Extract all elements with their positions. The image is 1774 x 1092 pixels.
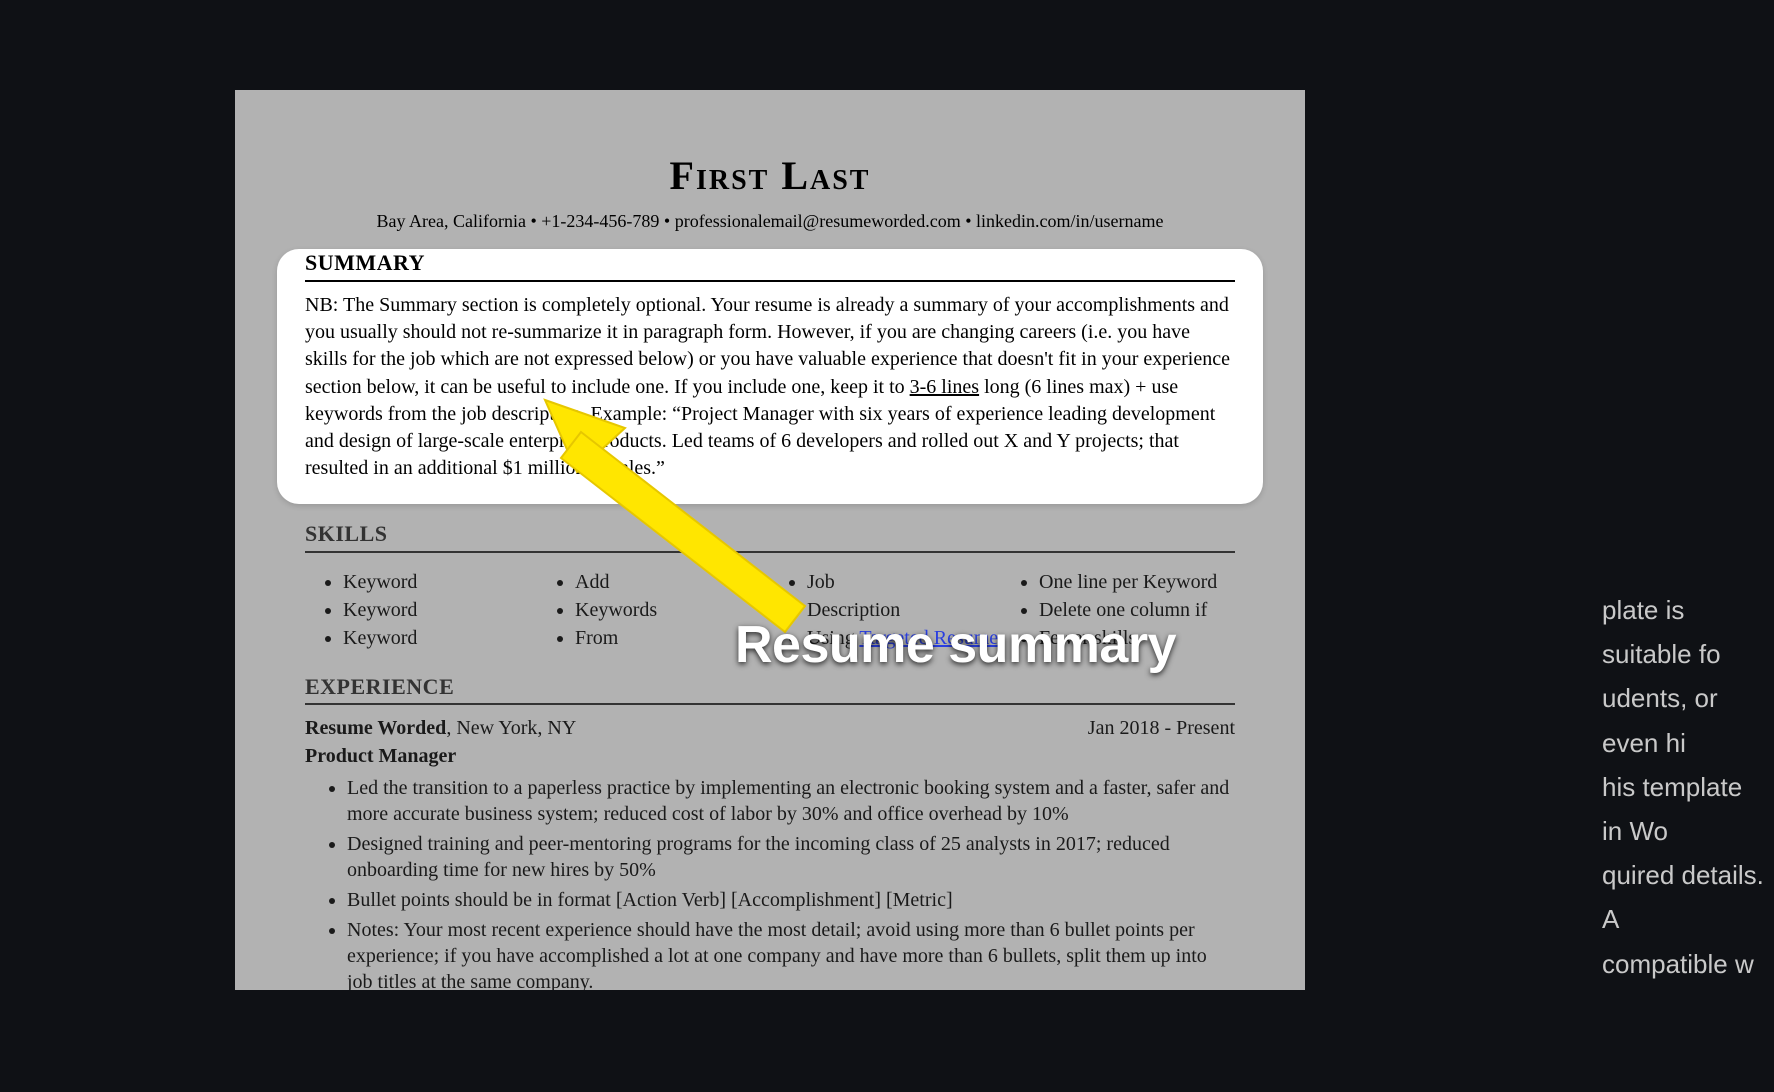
resume-page: First Last Bay Area, California • +1-234…	[235, 90, 1305, 990]
job-title: Product Manager	[305, 743, 1235, 769]
company-name: Resume Worded	[305, 717, 446, 739]
exp-bullet: Designed training and peer-mentoring pro…	[347, 831, 1235, 883]
skill-item: One line per Keyword	[1039, 569, 1235, 595]
job-dates: Jan 2018 - Present	[1088, 715, 1235, 741]
skill-item: Add	[575, 569, 771, 595]
summary-highlight: SUMMARY NB: The Summary section is compl…	[277, 249, 1263, 504]
exp-bullet: Bullet points should be in format [Actio…	[347, 887, 1235, 913]
exp-bullet: Notes: Your most recent experience shoul…	[347, 917, 1235, 990]
skill-item: Keyword	[343, 625, 539, 651]
resume-name: First Last	[305, 150, 1235, 202]
exp-bullet: Led the transition to a paperless practi…	[347, 775, 1235, 827]
experience-heading: EXPERIENCE	[305, 673, 1235, 706]
skill-item: Keyword	[343, 597, 539, 623]
summary-body: NB: The Summary section is completely op…	[305, 292, 1235, 482]
skill-item: Job	[807, 569, 1003, 595]
contact-line: Bay Area, California • +1-234-456-789 • …	[305, 210, 1235, 233]
skills-heading: SKILLS	[305, 520, 1235, 553]
annotation-label: Resume summary	[735, 615, 1176, 675]
skill-item: Keyword	[343, 569, 539, 595]
experience-entry: Resume Worded, New York, NY Jan 2018 - P…	[305, 715, 1235, 990]
summary-heading: SUMMARY	[305, 249, 1235, 282]
background-body-text: plate is suitable fo udents, or even hi …	[1594, 580, 1774, 994]
